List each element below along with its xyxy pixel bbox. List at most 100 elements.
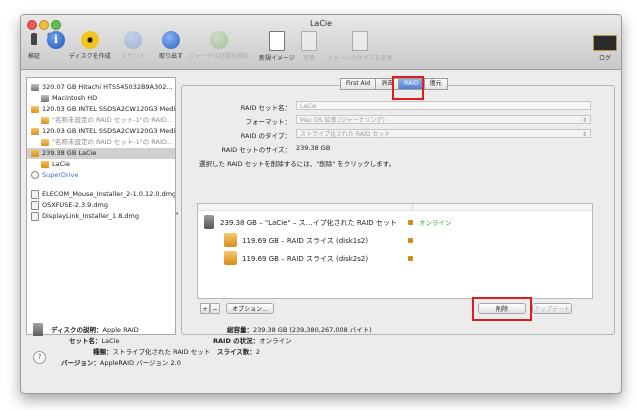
raid-type-label: RAID のタイプ： <box>240 132 291 140</box>
raid-tab-highlight <box>392 76 424 100</box>
toolbar-label: ディスクを作成 <box>69 53 111 60</box>
burn-icon <box>80 31 99 49</box>
sidebar-item-raid-slice-2[interactable]: "名称未設定の RAID セット-1"の RAID... <box>27 137 175 148</box>
raid-slice-label: 119.69 GB – RAID スライス (disk1s2) <box>242 237 369 245</box>
toolbar-convert-button[interactable]: 変換 <box>301 31 317 62</box>
toolbar-label: マウント <box>121 53 146 60</box>
toolbar-label: 取り出す <box>159 53 184 60</box>
info-icon: i <box>47 31 65 49</box>
raid-type-select[interactable]: ストライプ化された RAID セット ⇕ <box>296 129 591 138</box>
toolbar-label: 変換 <box>302 55 315 62</box>
window-title: LaCie <box>309 19 333 28</box>
titlebar: LaCie 検証 i 情報 ディスクを作成 マウント 取り出す ジャーナル記録を… <box>21 15 621 70</box>
disk-image-icon <box>31 200 39 210</box>
external-disk-icon <box>31 105 39 113</box>
device-sidebar: 320.07 GB Hitachi HTS545032B9A302... Mac… <box>26 77 176 335</box>
external-disk-icon <box>41 138 49 146</box>
raid-set-name-field[interactable]: LaCie <box>296 101 591 110</box>
sidebar-item-intel-ssd-2[interactable]: 120.03 GB INTEL SSDSA2CW120G3 Media <box>27 126 175 137</box>
select-arrows-icon: ⇕ <box>581 131 587 138</box>
info-set-name: セット名：LaCie <box>69 337 120 345</box>
raid-slice-row[interactable]: 119.69 GB – RAID スライス (disk1s2) <box>198 232 590 248</box>
hard-disk-icon <box>41 94 49 102</box>
sidebar-item-image-osxfuse[interactable]: OSXFUSE-2.3.9.dmg <box>27 200 175 211</box>
help-button[interactable]: ? <box>33 351 46 364</box>
raid-slice-row[interactable]: 119.69 GB – RAID スライス (disk2s2) <box>198 250 590 266</box>
lock-icon <box>408 256 413 261</box>
info-slice-count: スライス数：2 <box>217 348 260 356</box>
delete-button-highlight <box>472 297 532 321</box>
toolbar-label: ジャーナル記録を開始 <box>189 53 249 60</box>
optical-drive-icon <box>31 171 39 179</box>
external-disk-icon <box>31 127 39 135</box>
raid-slice-icon <box>224 233 237 247</box>
raid-slice-label: 119.69 GB – RAID スライス (disk2s2) <box>242 255 369 263</box>
mount-icon <box>124 31 142 49</box>
toolbar-label: 検証 <box>27 53 40 60</box>
toolbar-verify-button[interactable]: 検証 <box>25 31 43 60</box>
toolbar-mount-button[interactable]: マウント <box>121 31 145 60</box>
list-header <box>198 204 592 211</box>
format-value: Mac OS 拡張 (ジャーナリング) <box>300 117 385 124</box>
toolbar-burn-button[interactable]: ディスクを作成 <box>69 31 111 60</box>
log-icon <box>593 35 617 51</box>
lock-icon <box>408 238 413 243</box>
info-capacity: 総容量：239.38 GB (239,380,267,008 バイト) <box>227 326 372 334</box>
disk-image-icon <box>31 189 39 199</box>
disk-image-icon <box>31 211 39 221</box>
format-label: フォーマット： <box>245 118 292 126</box>
toolbar-eject-button[interactable]: 取り出す <box>159 31 183 60</box>
lock-icon <box>408 220 413 225</box>
tab-first-aid[interactable]: First Aid <box>340 78 377 90</box>
raid-slice-icon <box>224 251 237 265</box>
external-disk-icon <box>41 116 49 124</box>
convert-icon <box>301 31 317 51</box>
raid-type-value: ストライプ化された RAID セット <box>300 131 391 138</box>
select-arrows-icon: ⇕ <box>581 117 587 124</box>
toolbar-label: ログ <box>598 55 611 62</box>
sidebar-item-raid-slice-1[interactable]: "名称未設定の RAID セット-1"の RAID... <box>27 115 175 126</box>
eject-icon <box>162 31 180 49</box>
sidebar-item-lacie-raid[interactable]: 239.38 GB LaCie <box>27 148 175 159</box>
sidebar-item-hitachi-disk[interactable]: 320.07 GB Hitachi HTS545032B9A302... <box>27 82 175 93</box>
sidebar-item-macintosh-hd[interactable]: Macintosh HD <box>27 93 175 104</box>
hard-disk-icon <box>31 83 39 91</box>
toolbar-enable-journaling-button[interactable]: ジャーナル記録を開始 <box>189 31 249 60</box>
disk-utility-window: LaCie 検証 i 情報 ディスクを作成 マウント 取り出す ジャーナル記録を… <box>20 14 622 394</box>
toolbar-new-image-button[interactable]: 新規イメージ <box>259 31 295 62</box>
sidebar-splitter-handle[interactable]: ◂ <box>175 210 178 217</box>
toolbar-label: 新規イメージ <box>259 55 295 62</box>
info-description: ディスクの説明：Apple RAID <box>51 326 139 334</box>
delete-instruction: 選択した RAID セットを削除するには、"削除" をクリックします。 <box>199 160 396 168</box>
add-raid-member-button[interactable]: + <box>200 303 210 314</box>
raid-set-row[interactable]: 239.38 GB – "LaCie" – ス…イプ化された RAID セット … <box>198 214 590 230</box>
update-button[interactable]: アップデート <box>532 303 572 314</box>
format-select[interactable]: Mac OS 拡張 (ジャーナリング) ⇕ <box>296 115 591 124</box>
raid-disk-icon <box>41 160 49 168</box>
toolbar-log-button[interactable]: ログ <box>593 31 617 62</box>
sidebar-item-image-displaylink[interactable]: DisplayLink_Installer_1.8.dmg <box>27 211 175 222</box>
raid-set-icon <box>204 215 214 229</box>
new-image-icon <box>268 31 285 51</box>
raid-set-name-label: RAID セット名： <box>240 104 291 112</box>
enable-journaling-icon <box>209 31 228 49</box>
raid-disk-icon <box>31 149 39 157</box>
raid-status-online: オンライン <box>419 219 452 227</box>
info-kind: 種類：ストライプ化された RAID セット <box>93 348 211 356</box>
microscope-icon <box>25 31 43 49</box>
options-button[interactable]: オプション... <box>226 303 274 314</box>
raid-size-value: 239.38 GB <box>296 144 331 152</box>
sidebar-item-image-elecom[interactable]: ELECOM_Mouse_Installer_2-1.0.12.0.dmg <box>27 189 175 200</box>
sidebar-item-lacie-volume[interactable]: LaCie <box>27 159 175 170</box>
raid-set-label: 239.38 GB – "LaCie" – ス…イプ化された RAID セット <box>220 219 397 227</box>
sidebar-item-superdrive[interactable]: SuperDrive <box>27 170 175 181</box>
tab-restore[interactable]: 復元 <box>423 78 448 90</box>
info-raid-status: RAID の状況：オンライン <box>213 337 292 345</box>
raid-disk-icon <box>33 323 43 336</box>
toolbar-info-button[interactable]: i 情報 <box>47 31 65 49</box>
sidebar-item-intel-ssd-1[interactable]: 120.03 GB INTEL SSDSA2CW120G3 Media <box>27 104 175 115</box>
raid-size-label: RAID セットのサイズ： <box>221 146 292 154</box>
toolbar-resize-image-button[interactable]: イメージのサイズを変更 <box>327 31 393 62</box>
resize-image-icon <box>351 31 368 51</box>
remove-raid-member-button[interactable]: − <box>210 303 220 314</box>
